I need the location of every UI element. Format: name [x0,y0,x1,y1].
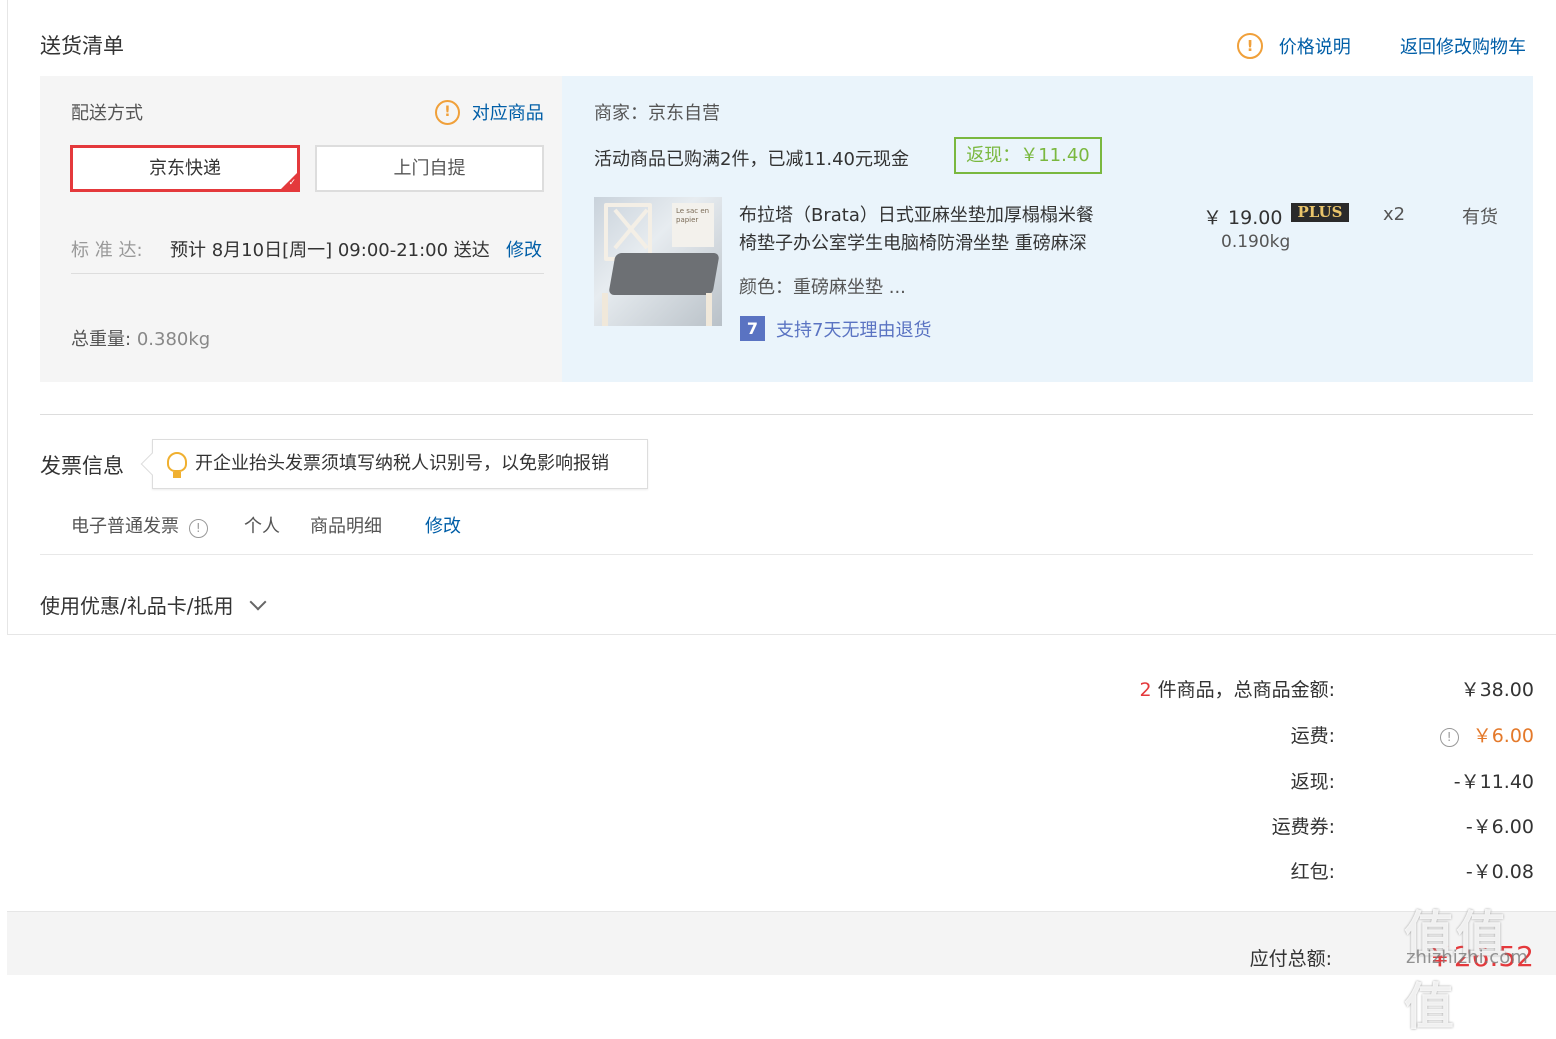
related-products-label[interactable]: 对应商品 [472,103,544,124]
cashback-label: 返现: [1290,771,1335,793]
invoice-title: 发票信息 [40,454,124,478]
section-divider [40,554,1533,555]
delivery-option-jd-express[interactable]: 京东快递 ✓ [70,145,300,192]
return-policy: 支持7天无理由退货 [776,320,932,341]
shipping-value: ￥6.00 [1472,725,1534,747]
plus-badge: PLUS [1291,203,1349,222]
cushion [608,253,720,295]
red-packet-label: 红包: [1290,861,1335,883]
seven-day-return-icon: 7 [740,316,765,341]
delivery-list-title: 送货清单 [40,34,124,58]
cashback-value: -￥11.40 [1453,771,1534,793]
item-count: 2 [1139,679,1152,701]
seller-label: 商家：京东自营 [594,103,720,124]
chevron-down-icon [249,593,267,611]
eta-value: 预计 8月10日[周一] 09:00-21:00 送达 [170,240,490,261]
stock-status: 有货 [1462,207,1498,228]
red-packet-value: -￥0.08 [1465,861,1534,883]
product-title-line2[interactable]: 椅垫子办公室学生电脑椅防滑坐垫 重磅麻深 [739,229,1087,255]
product-color: 颜色：重磅麻坐垫 ... [739,277,906,298]
cashback-tag: 返现：￥11.40 [954,137,1102,174]
info-icon[interactable]: ! [1439,728,1459,747]
product-image[interactable]: Le sac en papier [594,197,722,326]
product-weight: 0.190kg [1221,232,1291,252]
shipping-label: 运费: [1290,725,1335,747]
items-total-label: 2 件商品，总商品金额: [935,675,1335,702]
invoice-tip: 开企业抬头发票须填写纳税人识别号，以免影响报销 [140,439,648,489]
price-note-label[interactable]: 价格说明 [1279,37,1351,58]
items-label: 件商品，总商品金额: [1157,679,1335,701]
total-weight: 总重量: 0.380kg [71,325,210,351]
eta-label: 标 准 达: [71,240,143,261]
invoice-type-label: 电子普通发票 [71,516,179,537]
watermark-site: zhizhizhi.com [1406,947,1528,968]
total-weight-label: 总重量: [71,329,132,350]
info-icon[interactable]: ! [188,519,208,538]
section-divider [40,414,1533,415]
promo-text: 活动商品已购满2件，已减11.40元现金 [594,149,909,170]
product-image-paper: Le sac en papier [672,203,714,247]
invoice-content: 商品明细 [310,516,382,537]
back-to-cart-link[interactable]: 返回修改购物车 [1400,33,1526,59]
delivery-method-label: 配送方式 [71,103,143,124]
invoice-edit-link[interactable]: 修改 [425,512,461,538]
price-note-link[interactable]: ! 价格说明 [1237,33,1351,59]
shipping-fee: ! ￥6.00 [1334,721,1534,748]
invoice-tip-text: 开企业抬头发票须填写纳税人识别号，以免影响报销 [195,453,609,474]
delivery-option-label: 京东快递 [149,158,221,179]
delivery-option-pickup[interactable]: 上门自提 [315,145,544,192]
warning-icon: ! [435,99,460,125]
shipping-coupon-value: -￥6.00 [1465,816,1534,838]
invoice-type: 电子普通发票 ! [71,512,208,538]
invoice-holder: 个人 [244,516,280,537]
warning-icon: ! [1237,33,1263,59]
product-title-line1[interactable]: 布拉塔（Brata）日式亚麻坐垫加厚榻榻米餐 [739,201,1094,227]
related-products-link[interactable]: ! 对应商品 [435,99,544,125]
check-icon: ✓ [288,178,296,188]
delivery-option-label: 上门自提 [393,158,466,179]
discount-toggle[interactable]: 使用优惠/礼品卡/抵用 [40,590,267,619]
product-price: ￥ 19.00 [1203,207,1283,229]
total-label: 应付总额: [1249,948,1332,970]
total-weight-value: 0.380kg [136,329,211,350]
items-total-value: ￥38.00 [1460,679,1534,701]
divider [71,273,544,274]
discount-label: 使用优惠/礼品卡/抵用 [40,594,234,618]
eta-edit-link[interactable]: 修改 [506,236,542,262]
product-quantity: x2 [1383,204,1406,225]
shipping-coupon-label: 运费券: [1271,816,1335,838]
lightbulb-icon [167,452,187,478]
chair-legs [602,293,712,326]
